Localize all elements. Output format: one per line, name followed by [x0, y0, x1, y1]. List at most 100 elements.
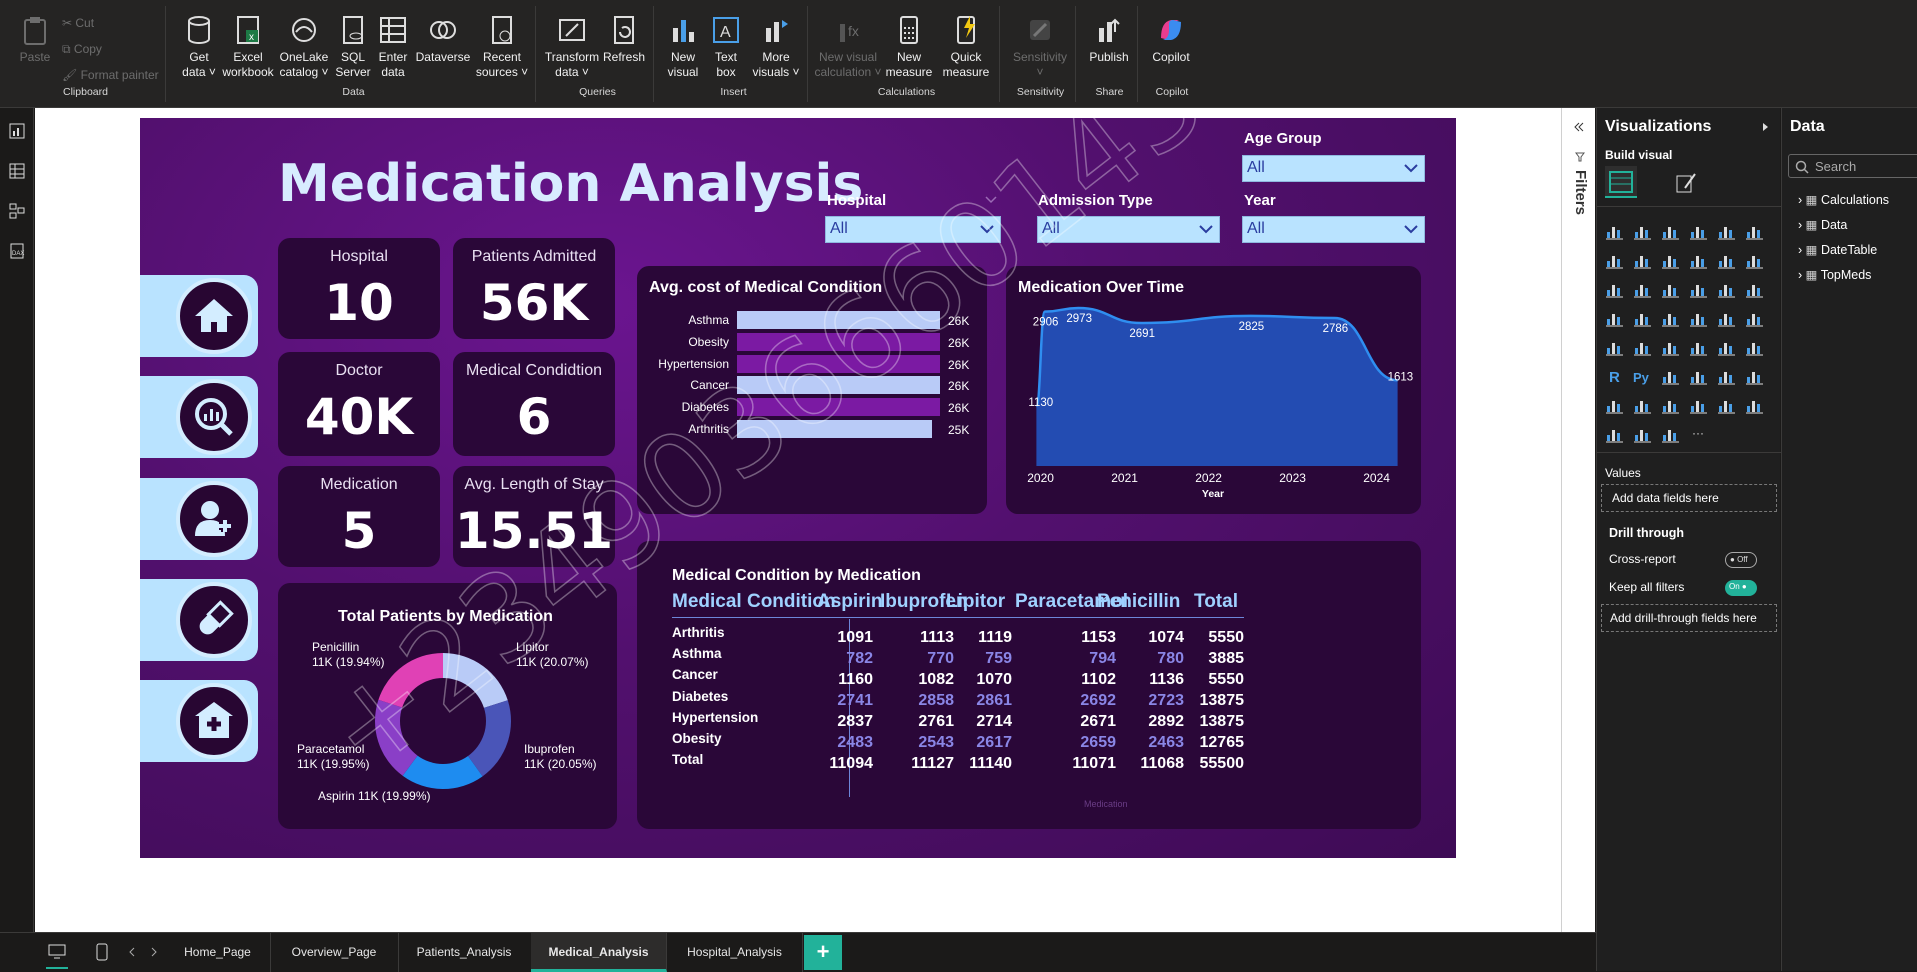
pie-visual-icon[interactable]	[1717, 280, 1737, 298]
waterfall-visual-icon[interactable]	[1745, 251, 1765, 269]
new-visual-calculation-button[interactable]: fx New visual calculation ˅	[814, 14, 882, 80]
more-visuals-button[interactable]: More visuals ˅	[748, 14, 804, 80]
donut-slice[interactable]	[443, 653, 508, 708]
line-column-visual-icon[interactable]	[1689, 251, 1709, 269]
metrics-visual-icon[interactable]	[1717, 396, 1737, 414]
page-tab[interactable]: Hospital_Analysis	[667, 933, 803, 972]
cross-report-toggle[interactable]: ● Off	[1725, 552, 1757, 568]
donut-visual-icon[interactable]	[1745, 280, 1765, 298]
chevron-right-icon[interactable]: ›	[1798, 243, 1806, 257]
funnel-visual-icon[interactable]	[1661, 280, 1681, 298]
qa-visual-icon[interactable]	[1717, 367, 1737, 385]
excel-button[interactable]: x Excel workbook	[220, 14, 276, 80]
table-column-header[interactable]: Total	[1194, 591, 1238, 613]
power-automate-visual-icon[interactable]	[1689, 396, 1709, 414]
collapse-icon[interactable]	[1573, 122, 1585, 132]
publish-button[interactable]: Publish	[1084, 14, 1134, 65]
100-column-visual-icon[interactable]	[1745, 222, 1765, 240]
donut-slice[interactable]	[468, 700, 511, 777]
admission-type-dropdown[interactable]: All	[1037, 216, 1220, 243]
table-view-icon[interactable]	[8, 162, 26, 180]
chevron-right-icon[interactable]: ›	[1798, 193, 1806, 207]
report-view-icon[interactable]	[8, 122, 26, 140]
nav-hospital-button[interactable]	[140, 680, 258, 762]
nav-patients-button[interactable]	[140, 478, 258, 560]
shape-map-visual-icon[interactable]	[1689, 309, 1709, 327]
format-painter-button[interactable]: 🖌 Format painter	[62, 68, 159, 82]
format-visual-icon[interactable]	[1673, 170, 1699, 196]
ribbon-visual-icon[interactable]	[1717, 251, 1737, 269]
nav-medical-button[interactable]	[140, 579, 258, 661]
scatter-visual-icon[interactable]	[1689, 280, 1709, 298]
text-box-button[interactable]: A Text box	[706, 14, 746, 80]
dax-query-view-icon[interactable]: DAX	[8, 242, 26, 260]
gauge-visual-icon[interactable]	[1745, 338, 1765, 356]
azure-map-visual-icon[interactable]	[1717, 309, 1737, 327]
copy-button[interactable]: ⧉ Copy	[62, 42, 102, 57]
card-visual-icon[interactable]	[1605, 338, 1625, 356]
ribbon-chart-visual-icon[interactable]	[1633, 280, 1653, 298]
desktop-layout-icon[interactable]	[48, 944, 66, 960]
data-table-item[interactable]: › ▦ Data	[1798, 217, 1847, 232]
sensitivity-button[interactable]: Sensitivity ˅	[1008, 14, 1072, 80]
quick-measure-button[interactable]: Quick measure	[938, 14, 994, 80]
dataverse-button[interactable]: Dataverse	[414, 14, 472, 65]
multi-card-visual-icon[interactable]	[1633, 338, 1653, 356]
key-influencers-visual-icon[interactable]	[1661, 367, 1681, 385]
page-tab[interactable]: Home_Page	[165, 933, 271, 972]
line-visual-icon[interactable]	[1605, 251, 1625, 269]
mobile-layout-icon[interactable]	[96, 943, 108, 961]
arcgis-visual-icon[interactable]	[1745, 396, 1765, 414]
age-group-dropdown[interactable]: All	[1242, 155, 1425, 182]
data-table-item[interactable]: › ▦ TopMeds	[1798, 267, 1871, 282]
power-apps-visual-icon[interactable]	[1661, 396, 1681, 414]
prev-page-icon[interactable]	[128, 947, 136, 957]
sql-button[interactable]: SQL Server	[332, 14, 374, 80]
decomposition-visual-icon[interactable]	[1689, 367, 1709, 385]
custom-1-visual-icon[interactable]	[1605, 425, 1625, 443]
recent-sources-button[interactable]: Recent sources ˅	[474, 14, 530, 80]
paginated-visual-icon[interactable]	[1633, 396, 1653, 414]
year-dropdown[interactable]: All	[1242, 216, 1425, 243]
100-bar-visual-icon[interactable]	[1717, 222, 1737, 240]
page-tab[interactable]: Overview_Page	[270, 933, 399, 972]
data-table-item[interactable]: › ▦ Calculations	[1798, 192, 1889, 207]
onelake-button[interactable]: OneLake catalog ˅	[276, 14, 332, 80]
cut-button[interactable]: ✂ Cut	[62, 16, 94, 30]
treemap-visual-icon[interactable]	[1605, 309, 1625, 327]
area-visual-icon[interactable]	[1633, 251, 1653, 269]
page-tab[interactable]: Medical_Analysis	[531, 933, 667, 972]
new-measure-button[interactable]: New measure	[882, 14, 936, 80]
clustered-bar-visual-icon[interactable]	[1661, 222, 1681, 240]
model-view-icon[interactable]	[8, 202, 26, 220]
table-column-header[interactable]: Lipitor	[946, 591, 1005, 613]
table-column-header[interactable]: Aspirin	[817, 591, 882, 613]
stacked-column-visual-icon[interactable]	[1633, 222, 1653, 240]
custom-2-visual-icon[interactable]	[1633, 425, 1653, 443]
donut-slice[interactable]	[378, 653, 443, 708]
data-search-input[interactable]: Search	[1788, 154, 1917, 178]
add-page-button[interactable]: +	[804, 935, 842, 970]
slicer-visual-icon[interactable]	[1689, 338, 1709, 356]
narrative-visual-icon[interactable]	[1745, 367, 1765, 385]
donut-slice[interactable]	[402, 755, 483, 789]
chevron-right-icon[interactable]: ›	[1798, 218, 1806, 232]
filled-map-visual-icon[interactable]	[1661, 309, 1681, 327]
line-stacked-visual-icon[interactable]	[1605, 280, 1625, 298]
trophy-visual-icon[interactable]	[1605, 396, 1625, 414]
get-data-button[interactable]: Get data ˅	[176, 14, 222, 80]
map-visual-icon[interactable]	[1633, 309, 1653, 327]
chevron-right-icon[interactable]: ›	[1798, 268, 1806, 282]
data-table-item[interactable]: › ▦ DateTable	[1798, 242, 1877, 257]
drill-drop-zone[interactable]: Add drill-through fields here	[1601, 604, 1777, 632]
enter-data-button[interactable]: Enter data	[372, 14, 414, 80]
r-visual-visual-icon[interactable]: R	[1605, 367, 1625, 385]
build-visual-tab[interactable]	[1605, 166, 1637, 198]
nav-home-button[interactable]	[140, 275, 258, 357]
expand-icon[interactable]	[1761, 122, 1771, 132]
kpi-visual-icon[interactable]	[1661, 338, 1681, 356]
nav-overview-button[interactable]	[140, 376, 258, 458]
page-tab[interactable]: Patients_Analysis	[397, 933, 532, 972]
hospital-dropdown[interactable]: All	[825, 216, 1001, 243]
table-column-header[interactable]: Medical Condition	[672, 591, 836, 613]
